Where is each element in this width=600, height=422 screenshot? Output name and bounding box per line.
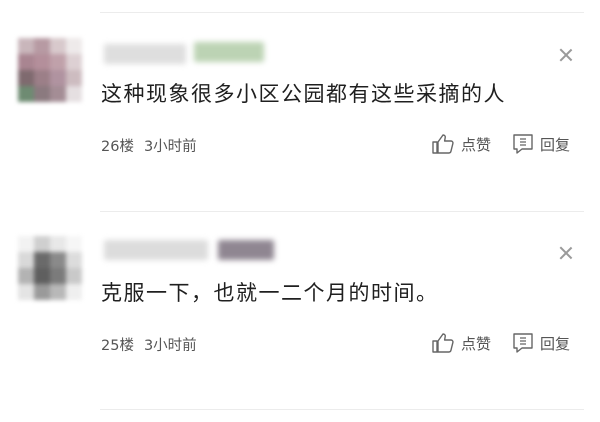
comment-text: 这种现象很多小区公园都有这些采摘的人 (101, 82, 506, 106)
thumbs-up-icon (431, 332, 461, 354)
reply-label: 回复 (540, 135, 571, 154)
comment-divider (100, 211, 584, 212)
like-button[interactable]: 点赞 (431, 332, 491, 354)
reply-button[interactable]: 回复 (512, 133, 570, 155)
floor-number: 26楼 (101, 139, 134, 155)
comment-text: 克服一下，也就一二个月的时间。 (101, 281, 439, 305)
top-divider (100, 12, 584, 13)
avatar[interactable] (18, 236, 82, 302)
reply-label: 回复 (540, 334, 571, 353)
username-redacted-part (194, 42, 264, 62)
thumbs-up-icon (431, 133, 461, 155)
close-icon[interactable] (558, 47, 574, 63)
reply-icon (512, 133, 540, 155)
like-button[interactable]: 点赞 (431, 133, 491, 155)
username-redacted-part (218, 240, 274, 260)
reply-button[interactable]: 回复 (512, 332, 570, 354)
timestamp: 3小时前 (143, 139, 197, 155)
bottom-divider (100, 409, 584, 410)
floor-number: 25楼 (101, 338, 134, 354)
timestamp: 3小时前 (143, 338, 197, 354)
reply-icon (512, 332, 540, 354)
avatar[interactable] (18, 38, 82, 104)
comment-meta: 26楼 3小时前 (101, 135, 197, 156)
username-redacted[interactable] (104, 240, 208, 260)
like-label: 点赞 (461, 334, 492, 353)
username-redacted[interactable] (104, 44, 186, 64)
comment-meta: 25楼 3小时前 (101, 334, 197, 355)
close-icon[interactable] (558, 245, 574, 261)
like-label: 点赞 (461, 135, 492, 154)
